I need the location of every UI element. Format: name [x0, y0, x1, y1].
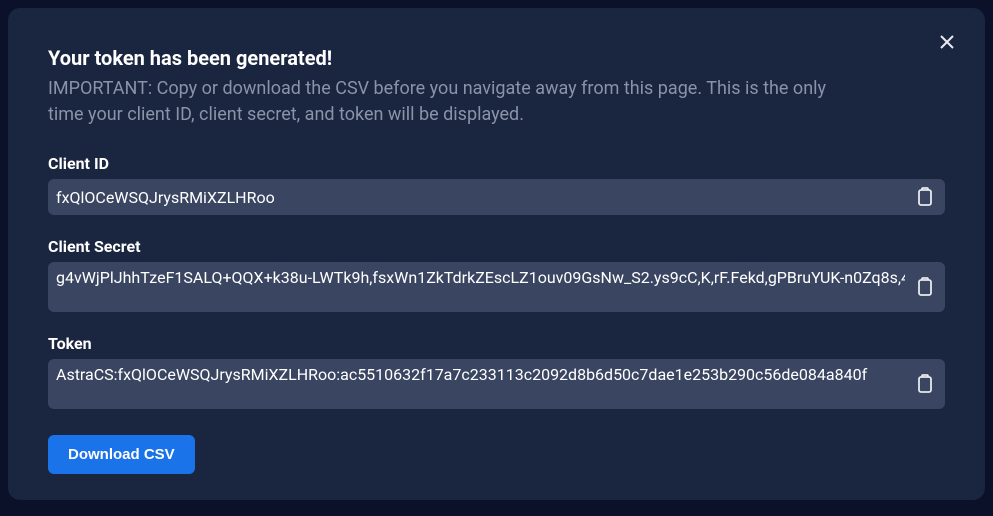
client-secret-label: Client Secret	[48, 237, 945, 256]
client-id-group: Client ID fxQlOCeWSQJrysRMiXZLHRoo	[48, 154, 945, 215]
client-id-row: fxQlOCeWSQJrysRMiXZLHRoo	[48, 179, 945, 215]
copy-client-secret-button[interactable]	[905, 262, 945, 312]
close-button[interactable]	[933, 28, 961, 56]
clipboard-icon	[916, 277, 934, 297]
token-value[interactable]: AstraCS:fxQlOCeWSQJrysRMiXZLHRoo:ac55106…	[48, 359, 905, 409]
copy-client-id-button[interactable]	[905, 179, 945, 215]
token-row: AstraCS:fxQlOCeWSQJrysRMiXZLHRoo:ac55106…	[48, 359, 945, 409]
clipboard-icon	[916, 187, 934, 207]
client-secret-value[interactable]: g4vWjPlJhhTzeF1SALQ+QQX+k38u-LWTk9h,fsxW…	[48, 262, 905, 312]
client-secret-group: Client Secret g4vWjPlJhhTzeF1SALQ+QQX+k3…	[48, 237, 945, 312]
client-id-value[interactable]: fxQlOCeWSQJrysRMiXZLHRoo	[48, 179, 905, 215]
modal-subtitle: IMPORTANT: Copy or download the CSV befo…	[48, 76, 838, 128]
clipboard-icon	[916, 374, 934, 394]
client-id-label: Client ID	[48, 154, 945, 173]
close-icon	[939, 34, 955, 50]
token-group: Token AstraCS:fxQlOCeWSQJrysRMiXZLHRoo:a…	[48, 334, 945, 409]
token-label: Token	[48, 334, 945, 353]
download-csv-button[interactable]: Download CSV	[48, 435, 195, 474]
client-secret-row: g4vWjPlJhhTzeF1SALQ+QQX+k38u-LWTk9h,fsxW…	[48, 262, 945, 312]
token-generated-modal: Your token has been generated! IMPORTANT…	[8, 8, 985, 500]
copy-token-button[interactable]	[905, 359, 945, 409]
modal-title: Your token has been generated!	[48, 46, 945, 70]
